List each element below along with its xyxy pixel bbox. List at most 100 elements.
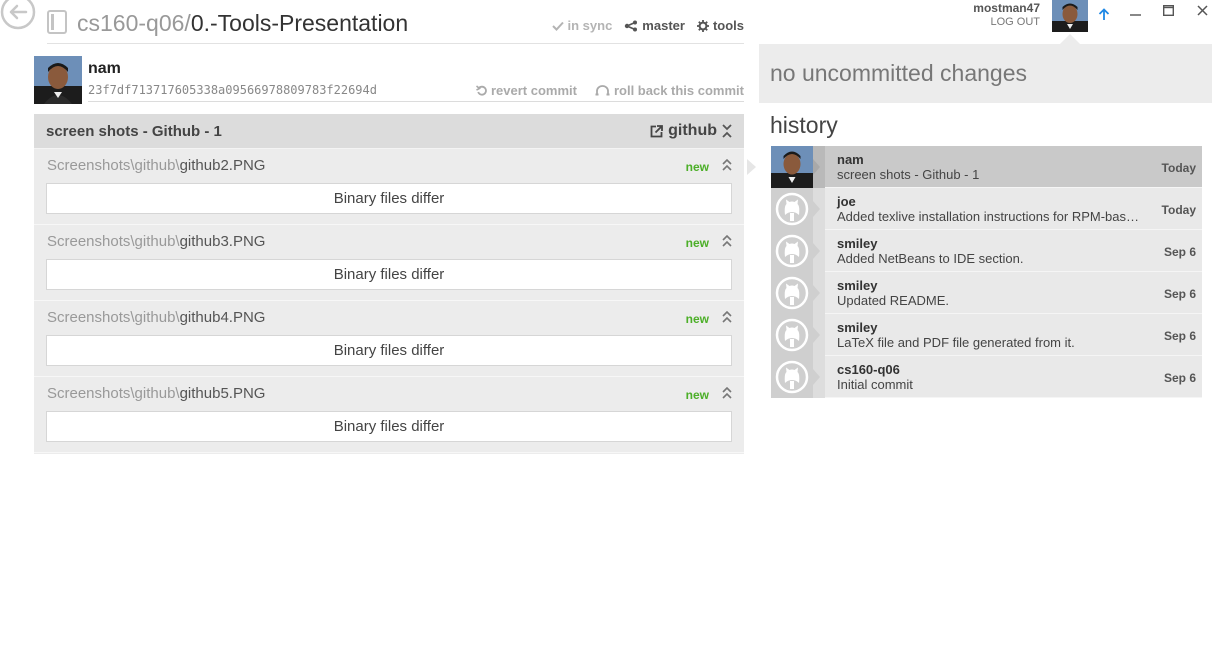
commit-author: nam	[88, 60, 121, 77]
repo-actions: in sync master tools	[551, 18, 744, 33]
logout-link[interactable]: LOG OUT	[973, 16, 1040, 28]
commit-operations: revert commit roll back this commit	[469, 83, 744, 98]
diff-panel: screen shots - Github - 1 github Screens…	[34, 114, 744, 454]
file-diff-body: Binary files differ	[46, 335, 732, 366]
check-icon	[551, 21, 564, 31]
history-date: Today	[1161, 161, 1196, 175]
minimize-icon[interactable]	[1130, 13, 1141, 17]
collapse-icon[interactable]	[722, 387, 732, 399]
file-name: github5.PNG	[179, 385, 266, 402]
history-item-notch	[813, 272, 825, 314]
history-item-notch	[813, 146, 825, 188]
file-dir: Screenshots\github\	[47, 309, 180, 326]
file-diff: Screenshots\github\github4.PNG new Binar…	[34, 301, 744, 377]
file-status-badge: new	[685, 388, 709, 402]
rollback-commit-button[interactable]: roll back this commit	[588, 83, 744, 98]
file-path[interactable]: Screenshots\github\github3.PNG	[47, 233, 265, 250]
collapse-all-icon[interactable]	[722, 124, 732, 138]
file-status-badge: new	[685, 160, 709, 174]
maximize-icon[interactable]	[1163, 5, 1174, 16]
history-title: history	[770, 112, 838, 138]
repo-owner-link[interactable]: cs160-q06	[77, 10, 184, 36]
file-path[interactable]: Screenshots\github\github4.PNG	[47, 309, 265, 326]
file-diff-body: Binary files differ	[46, 183, 732, 214]
commit-header: nam 23f7df713717605338a09566978809783f22…	[34, 56, 744, 104]
history-author: smiley	[837, 278, 878, 293]
rollback-icon	[595, 85, 610, 96]
back-arrow-icon	[0, 0, 36, 30]
sync-status-button[interactable]: in sync	[551, 18, 613, 33]
file-diff-body: Binary files differ	[46, 259, 732, 290]
collapse-icon[interactable]	[722, 311, 732, 323]
file-status-badge: new	[685, 236, 709, 250]
revert-commit-label: revert commit	[490, 83, 577, 98]
branch-button[interactable]: master	[624, 18, 685, 33]
file-dir: Screenshots\github\	[47, 385, 180, 402]
history-author: cs160-q06	[837, 362, 900, 377]
history-message: LaTeX file and PDF file generated from i…	[837, 335, 1075, 350]
avatar[interactable]	[1052, 0, 1088, 32]
repo-title: cs160-q06/0.-Tools-Presentation	[77, 8, 408, 38]
history-message: Added texlive installation instructions …	[837, 209, 1140, 224]
octocat-icon	[771, 230, 813, 272]
history-message: screen shots - Github - 1	[837, 167, 980, 182]
history-item[interactable]: smiley LaTeX file and PDF file generated…	[771, 314, 1202, 356]
avatar	[771, 146, 813, 188]
history-message: Updated README.	[837, 293, 949, 308]
collapse-icon[interactable]	[722, 159, 732, 171]
history-date: Today	[1161, 203, 1196, 217]
selected-commit-pointer	[747, 159, 756, 175]
history-message: Initial commit	[837, 377, 913, 392]
commit-message: screen shots - Github - 1	[46, 123, 222, 140]
history-date: Sep 6	[1163, 245, 1196, 259]
close-icon[interactable]	[1197, 5, 1208, 16]
gear-icon	[696, 19, 709, 32]
user-account: mostman47 LOG OUT	[973, 1, 1040, 28]
account-pointer	[1060, 34, 1080, 44]
history-item-notch	[813, 356, 825, 398]
history-item[interactable]: nam screen shots - Github - 1 Today	[771, 146, 1202, 188]
history-date: Sep 6	[1163, 287, 1196, 301]
sync-label: in sync	[567, 18, 613, 33]
history-author: smiley	[837, 236, 878, 251]
user-login[interactable]: mostman47	[973, 1, 1040, 15]
file-name: github3.PNG	[179, 233, 266, 250]
uncommitted-changes-label: no uncommitted changes	[770, 60, 1027, 86]
history-list: nam screen shots - Github - 1 Today joe …	[771, 146, 1202, 398]
revert-commit-button[interactable]: revert commit	[469, 83, 577, 98]
history-item[interactable]: cs160-q06 Initial commit Sep 6	[771, 356, 1202, 398]
branch-label: master	[642, 18, 685, 33]
tools-button[interactable]: tools	[696, 18, 744, 33]
history-author: joe	[837, 194, 856, 209]
file-path[interactable]: Screenshots\github\github5.PNG	[47, 385, 265, 402]
history-date: Sep 6	[1163, 329, 1196, 343]
avatar	[34, 56, 82, 104]
history-item-notch	[813, 230, 825, 272]
history-item[interactable]: joe Added texlive installation instructi…	[771, 188, 1202, 230]
file-status-badge: new	[685, 312, 709, 326]
rollback-commit-label: roll back this commit	[613, 83, 744, 98]
repo-header: cs160-q06/0.-Tools-Presentation in sync …	[47, 8, 744, 44]
revert-icon	[475, 85, 487, 96]
history-item[interactable]: smiley Added NetBeans to IDE section. Se…	[771, 230, 1202, 272]
history-message: Added NetBeans to IDE section.	[837, 251, 1024, 266]
back-button[interactable]	[0, 0, 37, 30]
octocat-icon	[771, 272, 813, 314]
file-name: github4.PNG	[179, 309, 266, 326]
collapse-icon[interactable]	[722, 235, 732, 247]
history-item-notch	[813, 314, 825, 356]
file-path[interactable]: Screenshots\github\github2.PNG	[47, 157, 265, 174]
repo-name: 0.-Tools-Presentation	[190, 10, 409, 36]
arrow-up-icon[interactable]	[1098, 8, 1110, 21]
view-on-github-button[interactable]: github	[650, 122, 732, 140]
history-author: nam	[837, 152, 864, 167]
file-diff: Screenshots\github\github5.PNG new Binar…	[34, 377, 744, 453]
branch-icon	[625, 20, 638, 31]
octocat-icon	[771, 188, 813, 230]
history-item-notch	[813, 188, 825, 230]
file-diff: Screenshots\github\github2.PNG new Binar…	[34, 149, 744, 225]
uncommitted-changes-panel: no uncommitted changes	[759, 44, 1212, 103]
history-item[interactable]: smiley Updated README. Sep 6	[771, 272, 1202, 314]
file-dir: Screenshots\github\	[47, 157, 180, 174]
file-name: github2.PNG	[179, 157, 266, 174]
